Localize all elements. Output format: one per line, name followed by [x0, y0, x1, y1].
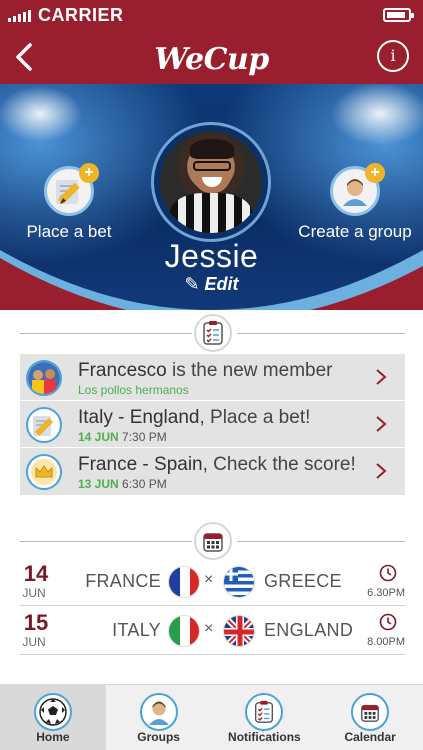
avatar[interactable]: [151, 122, 271, 242]
pencil-small-icon: ✎: [184, 274, 200, 294]
tab-label: Calendar: [344, 730, 396, 744]
signal-icon: [8, 10, 31, 22]
carrier-name: CARRIER: [38, 5, 124, 25]
activity-title-bold: Francesco: [78, 360, 167, 381]
match-month: JUN: [22, 586, 46, 600]
plus-icon: +: [79, 163, 99, 183]
status-bar: CARRIER: [0, 0, 423, 30]
activity-section-divider: [20, 314, 405, 354]
nav-bar: WeCup i: [0, 30, 423, 84]
match-month: JUN: [22, 635, 46, 649]
activity-title-text: , Place a bet!: [199, 407, 311, 428]
versus-sign: ×: [204, 571, 214, 588]
edit-profile-link[interactable]: ✎ Edit: [0, 274, 423, 295]
activity-title-text: is the new member: [166, 360, 333, 381]
plus-icon: +: [365, 163, 385, 183]
calendar-icon: [194, 522, 232, 560]
match-time: 6.30PM: [367, 587, 405, 599]
edit-label: Edit: [204, 274, 239, 294]
chevron-right-icon: [376, 416, 387, 432]
tab-label: Notifications: [228, 730, 301, 744]
match-day: 14: [23, 561, 49, 586]
group-photo-icon: [26, 360, 62, 396]
calendar-icon: [351, 693, 390, 731]
tab-groups[interactable]: Groups: [106, 685, 212, 750]
soccer-ball-icon: [33, 693, 72, 731]
versus-sign: ×: [204, 620, 214, 637]
tab-label: Groups: [137, 730, 180, 744]
activity-list: Francesco is the new member Los pollos h…: [20, 354, 405, 495]
clock-icon: [379, 613, 397, 631]
user-name: Jessie: [164, 238, 259, 274]
pencil-icon: +: [44, 163, 99, 216]
greece-flag-icon: [223, 566, 255, 598]
activity-date: 13 JUN: [78, 477, 119, 491]
list-item[interactable]: Francesco is the new member Los pollos h…: [20, 354, 405, 401]
activity-title-bold: Italy - England: [78, 407, 200, 428]
create-group-button[interactable]: + Create a group: [285, 163, 423, 242]
clock-icon: [379, 564, 397, 582]
activity-title-text: , Check the score!: [202, 454, 356, 475]
person-icon: [139, 693, 178, 731]
match-day: 15: [23, 610, 49, 635]
activity-title-bold: France - Spain: [78, 454, 203, 475]
match-row[interactable]: 15 JUN ITALY × ENGLAND 8.00PM: [20, 607, 405, 655]
uk-flag-icon: [223, 615, 255, 647]
tab-notifications[interactable]: Notifications: [212, 685, 318, 750]
france-flag-icon: [168, 566, 200, 598]
italy-flag-icon: [168, 615, 200, 647]
away-team: GREECE: [264, 571, 342, 591]
list-item[interactable]: France - Spain, Check the score! 13 JUN …: [20, 448, 405, 495]
tab-bar: Home Groups Notifications Calendar: [0, 684, 423, 750]
away-team: ENGLAND: [264, 620, 354, 640]
tab-calendar[interactable]: Calendar: [317, 685, 423, 750]
home-team: FRANCE: [85, 571, 161, 591]
profile-hero: + Place a bet + Create a group Jessie ✎ …: [0, 84, 423, 310]
tab-label: Home: [36, 730, 70, 744]
activity-time: 6:30 PM: [122, 477, 167, 491]
pencil-icon: [26, 407, 62, 443]
info-button[interactable]: i: [377, 40, 409, 72]
tab-home[interactable]: Home: [0, 685, 106, 750]
home-team: ITALY: [112, 620, 161, 640]
activity-subtitle: Los pollos hermanos: [78, 383, 189, 397]
place-bet-button[interactable]: + Place a bet: [0, 163, 139, 242]
battery-icon: [383, 8, 414, 22]
chevron-right-icon: [376, 463, 387, 479]
activity-time: 7:30 PM: [122, 430, 167, 444]
clipboard-icon: [194, 314, 232, 352]
clipboard-icon: [245, 693, 284, 731]
chevron-right-icon: [376, 369, 387, 385]
match-row[interactable]: 14 JUN FRANCE × GREECE 6.30PM: [20, 558, 405, 606]
profile-photo: [160, 131, 262, 233]
list-item[interactable]: Italy - England, Place a bet! 14 JUN 7:3…: [20, 401, 405, 448]
crown-icon: [26, 454, 62, 490]
matches-section-divider: [20, 522, 405, 562]
person-icon: +: [330, 163, 385, 216]
match-time: 8.00PM: [367, 636, 405, 648]
activity-date: 14 JUN: [78, 430, 119, 444]
app-title: WeCup: [154, 42, 269, 77]
